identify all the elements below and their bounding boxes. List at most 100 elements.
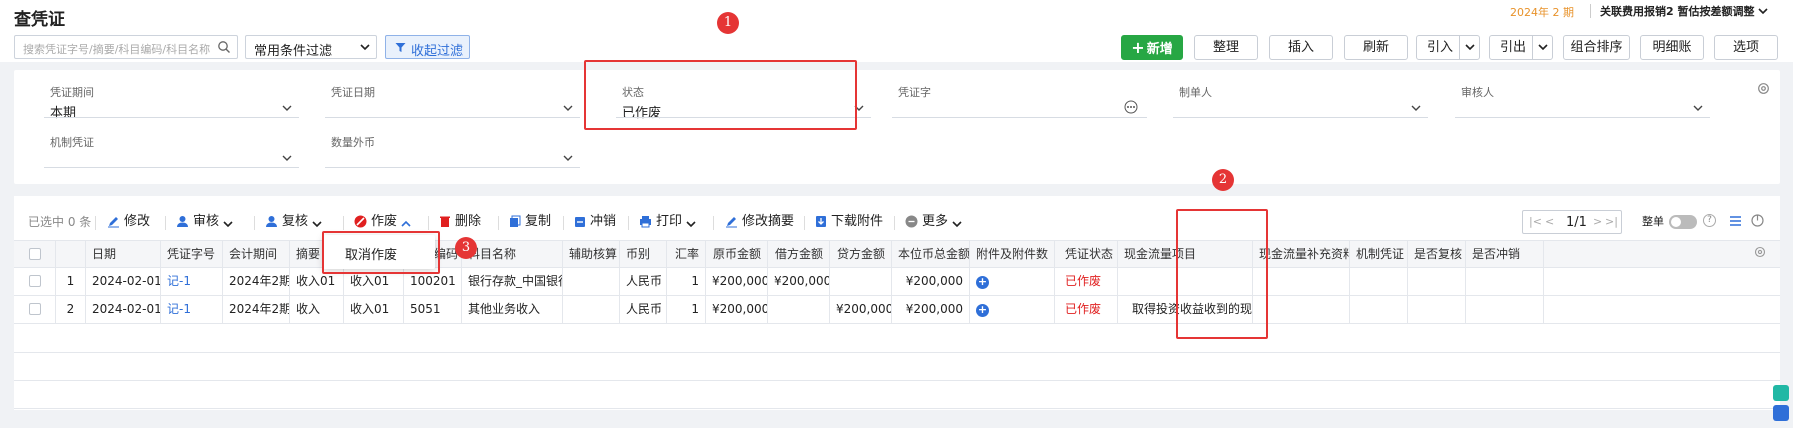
column-settings[interactable] [1544,241,1780,267]
column-header[interactable]: 是否复核 [1408,241,1466,267]
options-button[interactable]: 选项 [1714,35,1778,60]
import-button[interactable]: 引入 [1416,35,1480,60]
audit-button[interactable]: 审核 [176,212,237,232]
search-placeholder: 搜索凭证字号/摘要/科目编码/科目名称 [23,43,211,56]
chart-view-icon[interactable] [1751,214,1764,227]
qty-fx-field[interactable]: 数量外币 [319,120,580,168]
export-button[interactable]: 引出 [1489,35,1553,60]
void-button[interactable]: 作废 [354,212,415,232]
first-page-icon[interactable]: |< [1529,215,1542,228]
column-header[interactable]: 会计期间 [223,241,290,267]
settings-gear-icon[interactable] [1754,246,1766,258]
status-cell: 已作废 [1055,268,1118,295]
organize-button[interactable]: 整理 [1194,35,1258,60]
chat-float-icon[interactable] [1773,405,1789,421]
pagination[interactable]: |< < 1/1 > >| [1522,210,1622,234]
prev-page-icon[interactable]: < [1545,215,1554,228]
add-attachment-icon[interactable]: + [976,304,989,317]
insert-button[interactable]: 插入 [1269,35,1333,60]
export-dropdown[interactable] [1532,36,1552,59]
table-row[interactable]: 1 2024-02-01 记-1 2024年2期 收入01 收入01 10020… [14,268,1780,296]
checkbox[interactable] [28,275,41,287]
select-all-checkbox[interactable] [14,241,56,267]
column-header[interactable]: 汇率 [667,241,706,267]
plus-icon: + [1131,38,1145,57]
column-header[interactable]: 凭证状态 [1055,241,1118,267]
search-icon[interactable] [217,40,231,54]
column-header[interactable]: 币别 [620,241,667,267]
column-header[interactable]: 凭证字号 [161,241,223,267]
copy-button[interactable]: 复制 [509,212,551,232]
column-header[interactable]: 是否冲销 [1466,241,1544,267]
reverse-button[interactable]: 冲销 [574,212,616,232]
preparer-field[interactable]: 制单人 [1167,70,1428,118]
voucher-word-field[interactable]: 凭证字 [886,70,1147,118]
rechecked-cell [1408,268,1466,295]
recheck-button[interactable]: 复核 [265,212,326,232]
reviewer-field[interactable]: 审核人 [1449,70,1710,118]
whole-voucher-toggle[interactable] [1669,215,1697,229]
print-button[interactable]: 打印 [639,212,700,232]
add-attachment-icon[interactable]: + [976,276,989,289]
org-select-label: 关联费用报销2 暂估按差额调整 [1600,5,1755,18]
help-icon[interactable]: ? [1703,214,1716,227]
preparer-label: 制单人 [1179,86,1212,99]
column-header[interactable]: 贷方金额 [830,241,892,267]
org-select[interactable]: 关联费用报销2 暂估按差额调整 [1600,3,1768,19]
column-header[interactable]: 科目名称 [462,241,563,267]
help-float-icon[interactable] [1773,385,1789,401]
field-underline [325,167,580,168]
status-highlight-box [584,60,857,130]
edit-summary-button[interactable]: 修改摘要 [725,212,794,232]
add-button[interactable]: + 新增 [1121,35,1183,60]
column-header[interactable]: 借方金额 [768,241,830,267]
next-page-icon[interactable]: > [1593,215,1602,228]
column-header[interactable]: 本位币总金额 [892,241,970,267]
credit-cell [830,268,892,295]
table-row[interactable]: 2 2024-02-01 记-1 2024年2期 收入 收入01 5051 其他… [14,296,1780,324]
edit-button[interactable]: 修改 [107,212,150,232]
row-checkbox[interactable] [14,268,56,295]
collapse-filter-button[interactable]: 收起过滤 [385,35,470,59]
last-page-icon[interactable]: >| [1605,215,1618,228]
voucher-link[interactable]: 记-1 [161,268,223,295]
refresh-button[interactable]: 刷新 [1344,35,1408,60]
column-header[interactable]: 辅助核算 [563,241,620,267]
void-label: 作废 [371,214,398,229]
row-checkbox[interactable] [14,296,56,323]
download-icon [816,216,826,227]
column-header[interactable]: 附件及附件数 [970,241,1055,267]
status-column-highlight-box [1176,209,1268,339]
download-attachment-button[interactable]: 下载附件 [815,212,883,232]
column-header[interactable]: 机制凭证 [1350,241,1408,267]
column-header[interactable]: 日期 [86,241,161,267]
combo-sort-button[interactable]: 组合排序 [1563,35,1630,60]
list-view-icon[interactable] [1729,215,1742,227]
filter-scheme-select[interactable]: 常用条件过滤 [245,35,377,59]
settings-gear-icon[interactable] [1757,82,1770,95]
machine-voucher-field[interactable]: 机制凭证 [38,120,299,168]
orig-amount-cell: ¥200,000 [706,268,768,295]
column-header[interactable]: 原币金额 [706,241,768,267]
search-input[interactable]: 搜索凭证字号/摘要/科目编码/科目名称 [14,35,238,59]
import-dropdown[interactable] [1459,36,1479,59]
more-dots-icon [905,215,918,228]
checkbox[interactable] [28,303,41,315]
edit-pen-icon [726,217,737,228]
detail-ledger-button[interactable]: 明细账 [1640,35,1704,60]
period-label: 2024年 2 期 [1510,6,1574,19]
delete-button[interactable]: 删除 [439,212,481,232]
detail-ledger-label: 明细账 [1652,40,1692,55]
voucher-link[interactable]: 记-1 [161,296,223,323]
debit-cell [768,296,830,323]
row-number: 2 [56,296,86,323]
more-button[interactable]: 更多 [905,212,966,232]
copy-icon [510,215,521,227]
checkbox[interactable] [28,248,41,260]
whole-voucher-label: 整单 [1642,215,1664,228]
period-field[interactable]: 凭证期间 本期 [38,70,299,121]
date-field[interactable]: 凭证日期 [319,70,580,118]
chevron-down-icon [223,221,233,228]
more-options-icon[interactable] [1124,100,1138,114]
voucher-table: 日期 凭证字号 会计期间 摘要 摘要 科目编码 科目名称 辅助核算 币别 汇率 … [14,240,1780,410]
